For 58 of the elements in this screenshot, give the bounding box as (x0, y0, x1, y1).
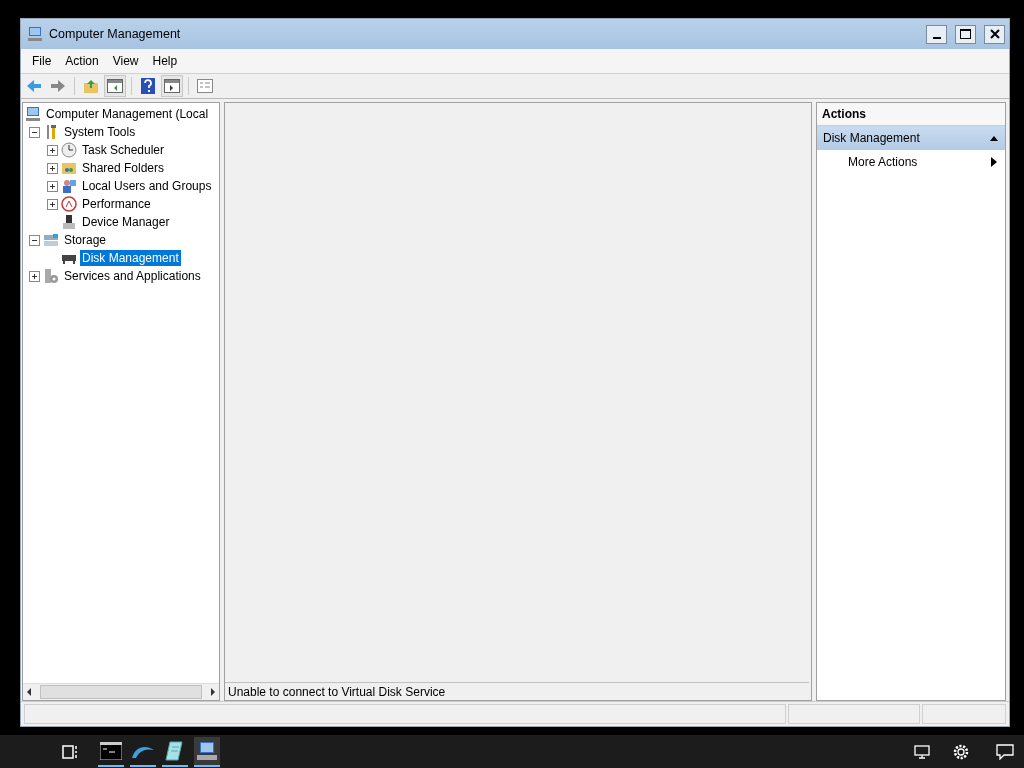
folder-up-icon (83, 79, 99, 93)
tree-item[interactable]: Disk Management (80, 250, 181, 266)
close-button[interactable] (984, 24, 1005, 44)
tree-item[interactable]: Task Scheduler (80, 142, 167, 158)
services-icon (43, 268, 59, 284)
network-icon[interactable] (914, 743, 932, 760)
forward-arrow-icon (50, 79, 66, 93)
computer-icon (27, 26, 43, 42)
clock-icon (61, 142, 77, 158)
plus-icon[interactable] (47, 198, 58, 210)
notification-icon[interactable] (996, 743, 1014, 760)
list-window-icon (197, 79, 213, 93)
tree-item[interactable]: Local Users and Groups (80, 178, 214, 194)
minus-icon[interactable] (29, 234, 40, 246)
action-item[interactable]: More Actions (817, 150, 1005, 174)
pane-right-icon (164, 79, 180, 93)
tree-item[interactable]: Services and Applications (62, 268, 203, 284)
minimize-icon (932, 37, 941, 39)
horizontal-scrollbar[interactable] (23, 683, 219, 700)
maximize-button[interactable] (955, 24, 976, 44)
back-arrow-icon (26, 79, 42, 93)
plus-icon[interactable] (29, 270, 40, 282)
storage-icon (43, 232, 59, 248)
scroll-right-icon[interactable] (208, 686, 218, 698)
plus-icon[interactable] (47, 180, 58, 192)
device-icon (61, 214, 77, 230)
menu-item[interactable]: Help (145, 52, 185, 70)
settings-icon[interactable] (952, 742, 970, 761)
submenu-arrow-icon (991, 157, 997, 167)
maximize-icon (960, 29, 971, 39)
close-icon (989, 29, 1000, 39)
help-icon (141, 78, 155, 94)
window-title: Computer Management (49, 27, 182, 41)
menu-item[interactable]: View (105, 52, 146, 70)
computer-app-icon[interactable] (194, 736, 220, 767)
minus-icon[interactable] (29, 126, 40, 138)
plus-icon[interactable] (47, 162, 58, 174)
tree-item[interactable]: Computer Management (Local (44, 106, 211, 122)
tree-item[interactable]: Shared Folders (80, 160, 167, 176)
console-tree-button[interactable] (104, 75, 126, 97)
users-icon (61, 178, 77, 194)
menu-item[interactable]: Action (58, 52, 106, 70)
menu-item[interactable]: File (25, 52, 59, 70)
shared-folder-icon (61, 160, 77, 176)
plus-icon[interactable] (47, 144, 58, 156)
tree-item[interactable]: Performance (80, 196, 153, 212)
tree-item[interactable]: Storage (62, 232, 109, 248)
actions-section-header[interactable]: Disk Management (817, 126, 1005, 150)
pane-left-icon (107, 79, 123, 93)
minimize-button[interactable] (926, 24, 947, 44)
task-view-icon[interactable] (62, 743, 80, 760)
tree-item[interactable]: System Tools (62, 124, 138, 140)
action-pane-button[interactable] (161, 75, 183, 97)
gauge-icon (61, 196, 77, 212)
collapse-caret-icon (989, 134, 999, 142)
tree-item[interactable]: Device Manager (80, 214, 172, 230)
computer-icon (25, 106, 41, 122)
actions-title: Actions (817, 103, 1005, 126)
